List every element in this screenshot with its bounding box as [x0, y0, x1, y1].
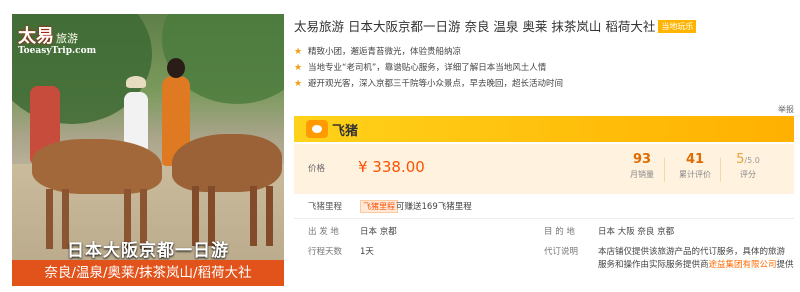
price-box: 价格 ¥ 338.00 93 月销量 41 累计评价 5/5.0 评分: [294, 144, 794, 194]
fliggy-pig-icon: [306, 120, 328, 138]
agency-label: 代订说明: [544, 247, 579, 257]
agency-line1: 本店铺仅提供该旅游产品的代订服务，具体的旅游: [598, 247, 786, 257]
score-stat: 5/5.0 评分: [718, 152, 778, 180]
departure-value: 日本 京都: [360, 227, 397, 237]
brand-logo: 太易 旅游 ToeasyTrip.com: [18, 22, 96, 56]
deer-figure: [172, 134, 282, 246]
reviews-stat[interactable]: 41 累计评价: [665, 152, 725, 180]
logo-text-secondary: 旅游: [56, 32, 78, 45]
destination-label: 目 的 地: [544, 227, 575, 237]
star-icon: ★: [294, 63, 303, 73]
agency-line2-end: 提供: [776, 260, 794, 270]
brand-name: 飞猪: [332, 124, 359, 139]
star-icon: ★: [294, 79, 303, 89]
score-max: /5.0: [744, 156, 760, 165]
image-title: 日本大阪京都一日游: [67, 241, 229, 261]
category-badge: 当地玩乐: [658, 20, 697, 33]
miles-text: 可赚送169飞猪里程: [396, 202, 472, 212]
agency-provider-link[interactable]: 途益集团有限公司: [709, 260, 777, 270]
price-value: ¥ 338.00: [358, 158, 425, 176]
star-icon: ★: [294, 47, 303, 57]
brand-bar: 飞猪: [294, 116, 794, 142]
product-image[interactable]: 太易 旅游 ToeasyTrip.com 日本大阪京都一日游 奈良/温泉/奥莱/抹…: [12, 14, 284, 286]
monthly-sales-stat: 93 月销量: [612, 152, 672, 180]
price-label: 价格: [308, 164, 326, 174]
divider: [294, 218, 794, 219]
reviews-value[interactable]: 41: [665, 152, 725, 167]
feature-item: ★ 当地专业“老司机”，靠谱贴心服务，详细了解日本当地风土人情: [294, 60, 563, 76]
agency-line2: 服务和操作由实际服务提供商途益集团有限公司提供: [598, 259, 794, 272]
agency-line2-text: 服务和操作由实际服务提供商: [598, 260, 709, 270]
monthly-sales-label: 月销量: [630, 170, 654, 179]
product-title[interactable]: 太易旅游 日本大阪京都一日游 奈良 温泉 奥莱 抹茶岚山 稻荷大社 当地玩乐: [294, 16, 697, 35]
agency-note: 本店铺仅提供该旅游产品的代订服务，具体的旅游 服务和操作由实际服务提供商途益集团…: [598, 246, 794, 272]
deer-figure: [32, 139, 162, 249]
feature-text: 避开观光客，深入京都三千院等小众景点，早去晚回，超长活动时间: [308, 79, 564, 89]
reviews-label: 累计评价: [679, 170, 711, 179]
logo-text: 太易: [18, 26, 54, 47]
feature-item: ★ 精致小团，邂逅青苔微光，体验贵船纳凉: [294, 44, 563, 60]
feature-item: ★ 避开观光客，深入京都三千院等小众景点，早去晚回，超长活动时间: [294, 76, 564, 92]
logo-url: ToeasyTrip.com: [18, 46, 97, 56]
days-value: 1天: [360, 247, 374, 257]
days-label: 行程天数: [308, 247, 343, 257]
miles-tag: 飞猪里程: [360, 200, 398, 213]
feature-text: 精致小团，邂逅青苔微光，体验贵船纳凉: [308, 47, 462, 57]
score-label: 评分: [740, 170, 756, 179]
monthly-sales-value: 93: [632, 152, 652, 167]
departure-label: 出 发 地: [308, 227, 339, 237]
report-link[interactable]: 举报: [778, 104, 794, 115]
miles-label: 飞猪里程: [308, 202, 343, 212]
feature-list: ★ 精致小团，邂逅青苔微光，体验贵船纳凉 ★ 当地专业“老司机”，靠谱贴心服务，详细…: [294, 44, 564, 92]
product-title-text[interactable]: 太易旅游 日本大阪京都一日游 奈良 温泉 奥莱 抹茶岚山 稻荷大社: [294, 19, 655, 34]
feature-text: 当地专业“老司机”，靠谱贴心服务，详细了解日本当地风土人情: [308, 63, 547, 73]
image-subtitle: 奈良/温泉/奥莱/抹茶岚山/稻荷大社: [12, 260, 284, 286]
destination-value: 日本 大阪 奈良 京都: [598, 227, 675, 237]
